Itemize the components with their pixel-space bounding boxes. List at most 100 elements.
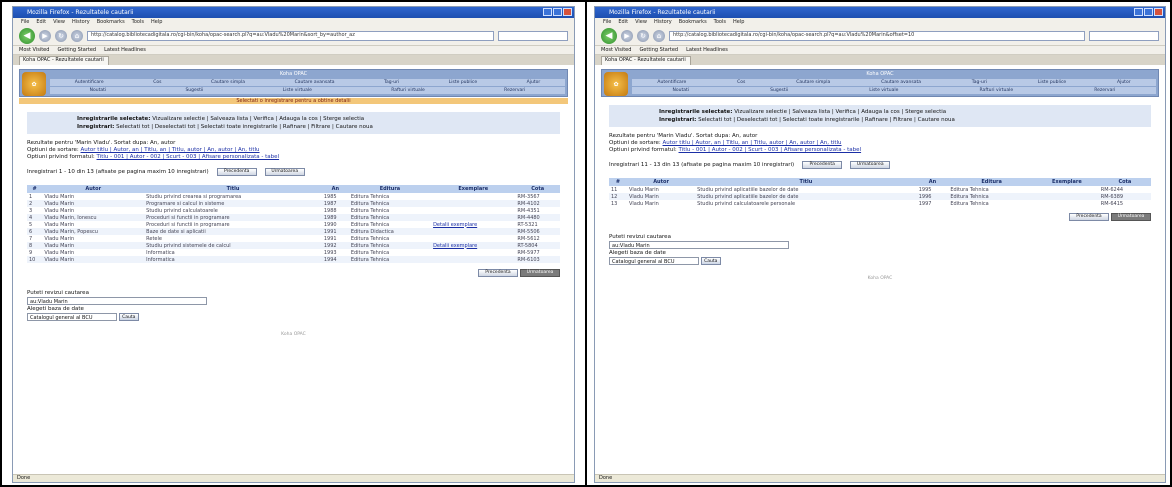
cell-copies[interactable] <box>431 200 516 207</box>
reload-icon[interactable]: ↻ <box>637 29 649 42</box>
cell-copies[interactable] <box>1035 186 1099 193</box>
cell-author[interactable]: Vladu Marin <box>627 200 695 207</box>
format-links[interactable]: Titlu - 001 | Autor - 002 | Scurt - 003 … <box>97 154 280 160</box>
search-go-button[interactable]: Cauta <box>118 313 139 321</box>
table-row[interactable]: 12 Vladu Marin Studiu privind aplicatiile … <box>609 193 1151 200</box>
format-links[interactable]: Titlu - 001 | Autor - 002 | Scurt - 003 … <box>679 147 862 153</box>
cell-author[interactable]: Vladu Marin <box>42 207 144 214</box>
nav-login[interactable]: Autentificare <box>657 80 686 85</box>
cell-author[interactable]: Vladu Marin <box>42 256 145 263</box>
back-icon[interactable]: ◀ <box>601 27 617 44</box>
prev-page-button-bottom[interactable]: Precedenta <box>1069 213 1109 221</box>
table-row[interactable]: 10 Vladu Marin Informatica 1994 Editura Tehn… <box>27 256 560 263</box>
cell-author[interactable]: Vladu Marin, Ionescu <box>42 214 145 221</box>
next-page-button-bottom[interactable]: Urmatoarea <box>1111 213 1151 221</box>
menu-view[interactable]: View <box>53 19 65 25</box>
col-title[interactable]: Titlu <box>144 185 322 193</box>
next-page-button[interactable]: Urmatoarea <box>264 168 305 176</box>
tab-search-results[interactable]: Koha OPAC - Rezultatele cautarii <box>601 56 691 65</box>
menu-help[interactable]: Help <box>733 19 744 25</box>
cell-copies[interactable] <box>1034 193 1099 200</box>
bookmark-getting-started[interactable]: Getting Started <box>639 47 678 53</box>
bookmark-getting-started[interactable]: Getting Started <box>57 47 96 53</box>
tab-search-results[interactable]: Koha OPAC - Rezultatele cautarii <box>19 56 109 65</box>
back-icon[interactable]: ◀ <box>19 27 35 44</box>
nav-advanced-search[interactable]: Cautare avansata <box>295 80 335 85</box>
table-row[interactable]: 1 Vladu Marin Studiu privind crearea si pr… <box>27 193 560 200</box>
prev-page-button[interactable]: Precedenta <box>216 168 257 176</box>
cell-author[interactable]: Vladu Marin <box>42 242 145 249</box>
nav-news[interactable]: Noutati <box>673 88 690 93</box>
close-button[interactable] <box>563 8 572 16</box>
cell-title[interactable]: Studiu privind aplicatiile bazelor de da… <box>695 193 917 200</box>
forward-icon[interactable]: ▶ <box>621 29 633 42</box>
table-row[interactable]: 11 Vladu Marin Studiu privind aplicatiile … <box>609 186 1151 193</box>
bookmark-latest-headlines[interactable]: Latest Headlines <box>104 47 146 53</box>
table-row[interactable]: 5 Vladu Marin Proceduri si functii in prog… <box>27 221 560 228</box>
minimize-button[interactable] <box>1134 8 1143 16</box>
cell-title[interactable]: Retele <box>144 235 322 242</box>
refine-input[interactable]: au:Vladu Marin <box>27 297 207 305</box>
table-row[interactable]: 7 Vladu Marin Retele 1991 Editura Tehnica RM-… <box>27 235 560 242</box>
menu-file[interactable]: File <box>21 19 29 25</box>
selected-actions[interactable]: Vizualizare selectie | Salveaza lista | … <box>734 109 946 115</box>
cell-copies[interactable] <box>431 249 515 256</box>
cell-author[interactable]: Vladu Marin <box>42 249 144 256</box>
bookmark-latest-headlines[interactable]: Latest Headlines <box>686 47 728 53</box>
cell-title[interactable]: Studiu privind calculatoarele personale <box>695 200 917 207</box>
cell-copies[interactable]: Detalii exemplare <box>431 242 516 249</box>
search-input[interactable] <box>498 30 568 41</box>
col-year[interactable]: An <box>916 178 949 186</box>
nav-virtual-lists[interactable]: Liste virtuale <box>869 88 898 93</box>
table-row[interactable]: 2 Vladu Marin Programare si calcul in sist… <box>27 200 560 207</box>
nav-help[interactable]: Ajutor <box>1117 80 1131 85</box>
forward-icon[interactable]: ▶ <box>39 29 51 42</box>
bookmark-most-visited[interactable]: Most Visited <box>601 47 631 53</box>
cell-author[interactable]: Vladu Marin <box>42 193 144 200</box>
cell-copies[interactable] <box>431 207 515 214</box>
bookmark-most-visited[interactable]: Most Visited <box>19 47 49 53</box>
close-button[interactable] <box>1154 8 1163 16</box>
cell-copies[interactable]: Detalii exemplare <box>431 221 515 228</box>
cell-title[interactable]: Proceduri si functii in programare <box>144 221 322 228</box>
next-page-button-bottom[interactable]: Urmatoarea <box>520 269 560 277</box>
cell-copies[interactable] <box>431 228 516 235</box>
maximize-button[interactable] <box>553 8 562 16</box>
sort-links[interactable]: Autor titlu | Autor, an | Titlu, an | Ti… <box>663 140 842 146</box>
table-row[interactable]: 13 Vladu Marin Studiu privind calculatoare… <box>609 200 1151 207</box>
menu-edit[interactable]: Edit <box>36 19 46 25</box>
menu-tools[interactable]: Tools <box>132 19 144 25</box>
next-page-button[interactable]: Urmatoarea <box>850 161 891 169</box>
cell-copies[interactable] <box>431 256 516 263</box>
menu-file[interactable]: File <box>603 19 611 25</box>
nav-login[interactable]: Autentificare <box>75 80 104 85</box>
maximize-button[interactable] <box>1144 8 1153 16</box>
menu-bookmarks[interactable]: Bookmarks <box>679 19 707 25</box>
menu-bookmarks[interactable]: Bookmarks <box>97 19 125 25</box>
nav-holds[interactable]: Rezervari <box>504 88 525 93</box>
cell-title[interactable]: Baze de date si aplicatii <box>144 228 322 235</box>
cell-author[interactable]: Vladu Marin, Popescu <box>42 228 145 235</box>
nav-tags[interactable]: Tag-uri <box>972 80 987 85</box>
cell-title[interactable]: Studiu privind aplicatiile bazelor de da… <box>695 186 917 193</box>
nav-virtual-shelves[interactable]: Rafturi virtuale <box>980 88 1014 93</box>
nav-virtual-shelves[interactable]: Rafturi virtuale <box>391 88 425 93</box>
cell-title[interactable]: Studiu privind calculatoarele <box>144 207 322 214</box>
cell-author[interactable]: Vladu Marin <box>42 221 144 228</box>
menu-help[interactable]: Help <box>151 19 162 25</box>
table-row[interactable]: 3 Vladu Marin Studiu privind calculatoarel… <box>27 207 560 214</box>
col-title[interactable]: Titlu <box>695 178 917 186</box>
cell-title[interactable]: Informatica <box>144 256 322 263</box>
url-field[interactable]: http://catalog.bibliotecadigitala.ro/cgi… <box>669 30 1085 41</box>
sort-links[interactable]: Autor titlu | Autor, an | Titlu, an | Ti… <box>81 147 260 153</box>
cell-title[interactable]: Studiu privind sistemele de calcul <box>144 242 322 249</box>
cell-title[interactable]: Proceduri si functii in programare <box>144 214 322 221</box>
url-field[interactable]: http://catalog.bibliotecadigitala.ro/cgi… <box>87 30 494 41</box>
nav-news[interactable]: Noutati <box>90 88 107 93</box>
cell-copies[interactable] <box>1035 200 1099 207</box>
menu-history[interactable]: History <box>72 19 90 25</box>
menu-tools[interactable]: Tools <box>714 19 726 25</box>
table-row[interactable]: 6 Vladu Marin, Popescu Baze de date si apl… <box>27 228 560 235</box>
cell-author[interactable]: Vladu Marin <box>627 186 695 193</box>
menu-edit[interactable]: Edit <box>618 19 628 25</box>
